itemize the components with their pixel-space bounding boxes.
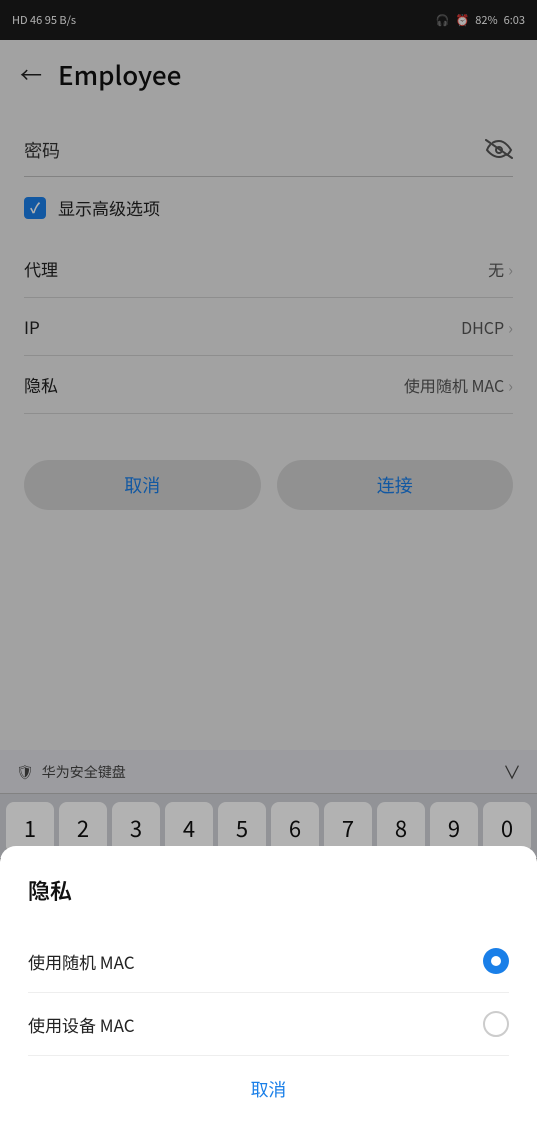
device-mac-label: 使用设备 MAC <box>28 1012 135 1037</box>
device-mac-radio[interactable] <box>483 1011 509 1037</box>
dialog-cancel-button[interactable]: 取消 <box>28 1056 509 1126</box>
dialog-option-device-mac[interactable]: 使用设备 MAC <box>28 993 509 1056</box>
dialog-option-random-mac[interactable]: 使用随机 MAC <box>28 930 509 993</box>
dialog-title: 隐私 <box>28 874 509 906</box>
random-mac-radio[interactable] <box>483 948 509 974</box>
privacy-dialog: 隐私 使用随机 MAC 使用设备 MAC 取消 <box>0 846 537 1126</box>
dialog-overlay: 隐私 使用随机 MAC 使用设备 MAC 取消 <box>0 0 537 1126</box>
random-mac-label: 使用随机 MAC <box>28 949 135 974</box>
